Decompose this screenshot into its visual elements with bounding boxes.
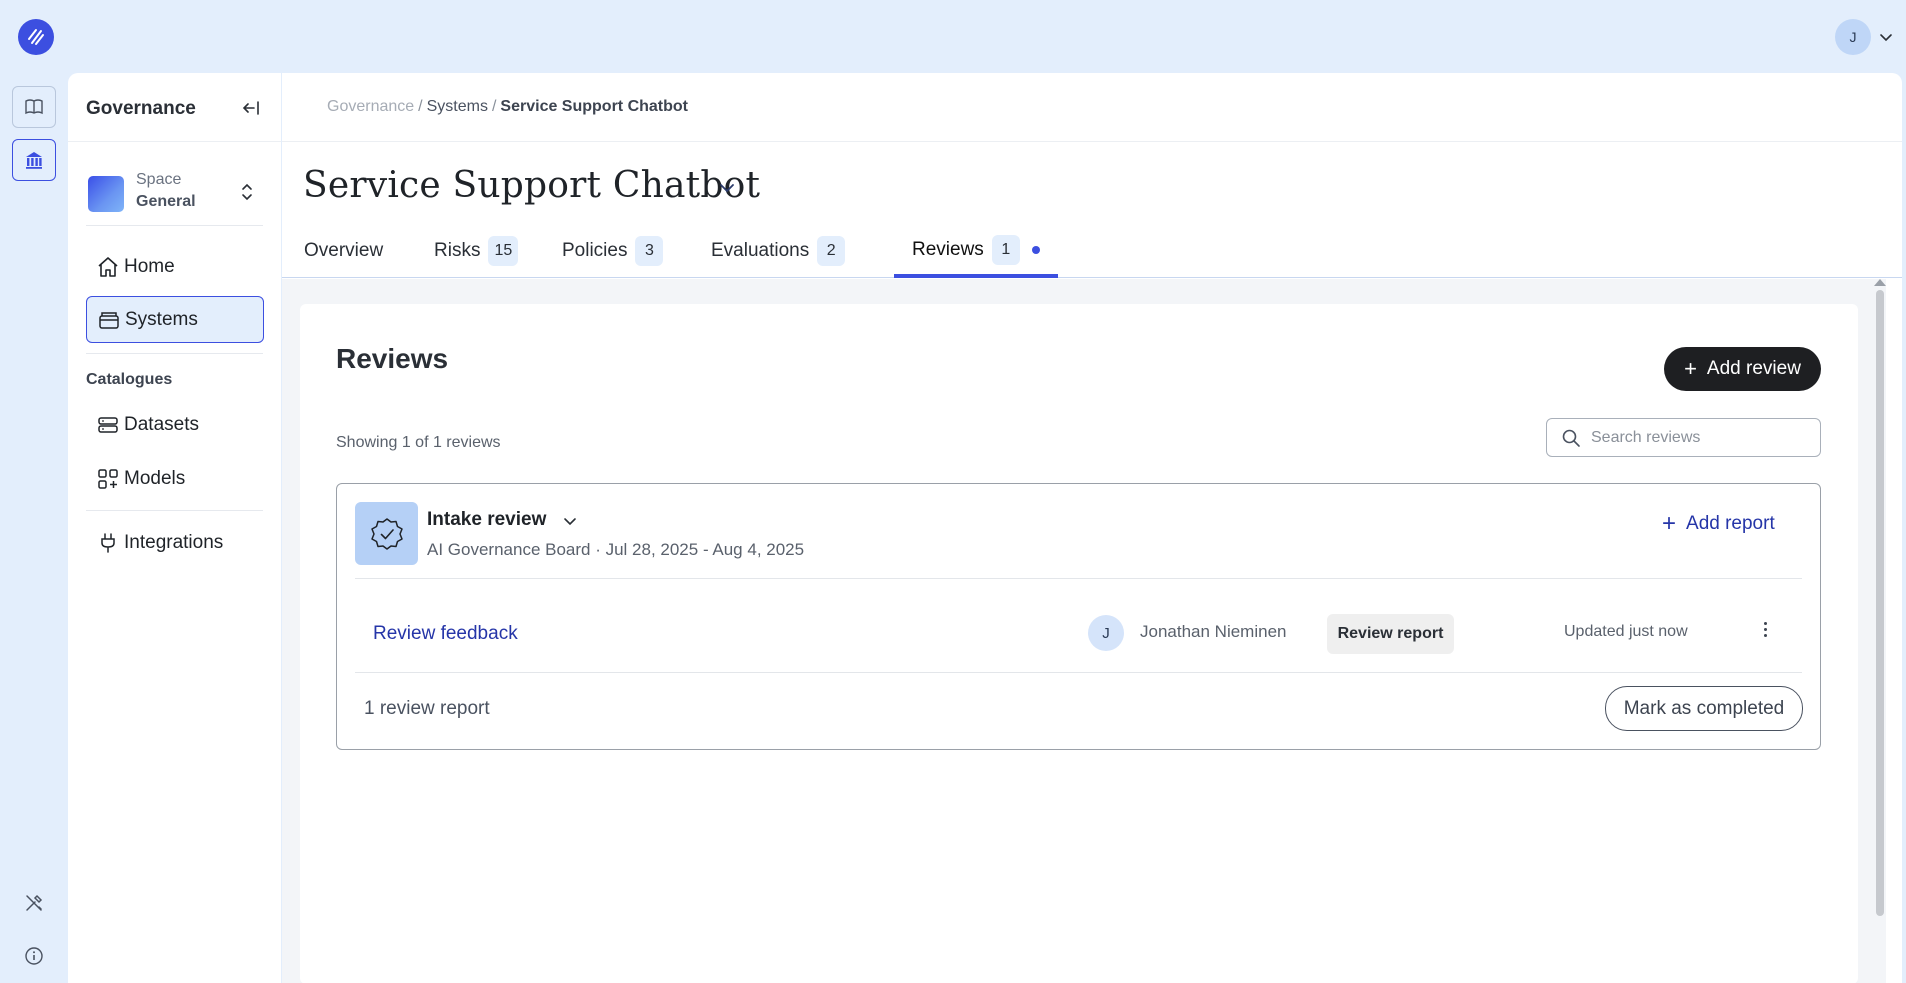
section-title: Reviews — [336, 343, 449, 374]
tab-label: Overview — [304, 239, 384, 261]
tab-label: Reviews — [912, 238, 984, 260]
reviewer-avatar: J — [1088, 615, 1124, 651]
chevron-down-icon[interactable] — [1878, 29, 1894, 45]
space-thumbnail — [88, 176, 124, 212]
logo-icon — [28, 29, 44, 45]
review-meta: AI Governance Board · Jul 28, 2025 - Aug… — [427, 540, 805, 559]
tab-count-badge: 1 — [991, 234, 1020, 265]
tab-risks[interactable]: Risks 15 — [416, 223, 536, 278]
collapse-sidebar-icon[interactable] — [240, 97, 262, 119]
info-rail-button[interactable] — [12, 935, 56, 977]
unread-dot — [1031, 245, 1040, 254]
top-bar: J — [0, 0, 1906, 73]
card-divider — [355, 672, 1802, 673]
add-report-button[interactable]: + Add report — [1662, 509, 1775, 539]
sidebar-divider — [68, 141, 281, 142]
sidebar-divider — [86, 353, 263, 354]
report-type-badge: Review report — [1327, 614, 1454, 654]
sidebar: Governance Space General Home Systems Ca… — [68, 73, 281, 983]
governance-rail-button[interactable] — [12, 139, 56, 181]
sidebar-item-models[interactable]: Models — [86, 455, 264, 502]
tab-count-badge: 15 — [488, 235, 519, 266]
more-options-icon[interactable] — [1755, 618, 1775, 640]
breadcrumb-section[interactable]: Systems — [427, 98, 488, 115]
scrollbar-thumb[interactable] — [1876, 290, 1884, 916]
breadcrumb-separator: / — [418, 98, 423, 115]
sidebar-item-label: Home — [124, 255, 175, 277]
tab-count-badge: 3 — [635, 235, 664, 266]
review-badge — [355, 502, 418, 565]
systems-icon — [97, 308, 121, 332]
docs-rail-button[interactable] — [12, 86, 56, 128]
book-icon — [25, 99, 43, 115]
home-icon — [96, 255, 120, 279]
bank-icon — [26, 152, 42, 169]
models-icon — [96, 467, 120, 491]
space-picker[interactable]: Space General — [88, 168, 266, 218]
sidebar-item-integrations[interactable]: Integrations — [86, 519, 264, 566]
space-name: General — [136, 193, 196, 210]
report-count: 1 review report — [364, 698, 490, 719]
sidebar-item-datasets[interactable]: Datasets — [86, 401, 264, 448]
report-title-link[interactable]: Review feedback — [373, 623, 518, 645]
tab-count-badge: 2 — [817, 235, 846, 266]
tab-bar: Overview Risks 15 Policies 3 Evaluations… — [282, 223, 1902, 278]
sidebar-item-label: Datasets — [124, 413, 199, 435]
chevron-up-down-icon — [242, 183, 252, 201]
breadcrumb-current: Service Support Chatbot — [500, 98, 688, 115]
tab-label: Risks — [434, 239, 481, 261]
search-icon — [1562, 429, 1580, 447]
user-avatar[interactable]: J — [1835, 19, 1871, 55]
catalogues-heading: Catalogues — [86, 371, 173, 388]
tab-evaluations[interactable]: Evaluations 2 — [693, 223, 863, 278]
header-divider — [282, 141, 1902, 142]
add-review-label: Add review — [1706, 358, 1801, 379]
sidebar-item-home[interactable]: Home — [86, 243, 264, 290]
updated-timestamp: Updated just now — [1564, 623, 1688, 640]
add-report-label: Add report — [1686, 513, 1775, 534]
results-count: Showing 1 of 1 reviews — [336, 434, 501, 451]
sidebar-item-label: Systems — [125, 308, 198, 330]
tab-policies[interactable]: Policies 3 — [544, 223, 681, 278]
page-title: Service Support Chatbot — [303, 165, 761, 206]
breadcrumb-root[interactable]: Governance — [327, 98, 414, 115]
info-icon — [25, 947, 43, 965]
verified-badge-icon — [370, 517, 403, 550]
sidebar-item-label: Models — [124, 467, 186, 489]
space-kicker: Space — [136, 171, 182, 188]
card-divider — [355, 578, 1802, 579]
chevron-down-icon[interactable] — [716, 177, 738, 199]
tab-reviews[interactable]: Reviews 1 — [894, 223, 1058, 278]
breadcrumb: Governance / Systems / Service Support Chatb… — [327, 98, 688, 116]
chevron-down-icon[interactable] — [561, 512, 579, 530]
breadcrumb-separator: / — [491, 98, 497, 115]
plug-icon — [96, 531, 120, 555]
app-logo[interactable] — [18, 19, 54, 55]
sidebar-item-label: Integrations — [124, 531, 224, 553]
review-card: Intake review AI Governance Board · Jul … — [336, 483, 1821, 750]
sidebar-item-systems[interactable]: Systems — [86, 296, 264, 343]
tab-overview[interactable]: Overview — [286, 223, 401, 278]
add-review-button[interactable]: + Add review — [1664, 347, 1821, 391]
tab-label: Policies — [562, 239, 628, 261]
review-name[interactable]: Intake review — [427, 509, 546, 531]
plus-icon: + — [1662, 510, 1677, 537]
scroll-up-arrow[interactable] — [1874, 279, 1886, 286]
plus-icon: + — [1684, 356, 1697, 381]
sidebar-divider — [86, 510, 263, 511]
sidebar-title: Governance — [86, 98, 196, 119]
sidebar-divider — [86, 225, 263, 226]
search-input[interactable] — [1591, 426, 1811, 450]
search-box[interactable] — [1546, 418, 1821, 457]
tab-label: Evaluations — [711, 239, 810, 261]
mark-completed-button[interactable]: Mark as completed — [1605, 686, 1803, 731]
datasets-icon — [96, 413, 120, 437]
reviewer-name: Jonathan Nieminen — [1140, 622, 1287, 641]
tools-rail-button[interactable] — [12, 882, 56, 924]
tools-icon — [26, 894, 43, 911]
